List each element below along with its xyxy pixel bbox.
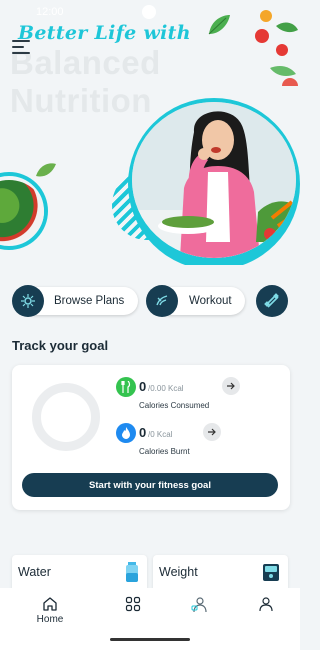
water-label: Water xyxy=(18,565,51,579)
scale-icon xyxy=(263,564,279,581)
menu-icon[interactable] xyxy=(12,40,30,56)
nav-profile[interactable] xyxy=(246,596,286,630)
home-icon xyxy=(43,597,57,611)
hero-banner: Balanced Nutrition Better Life with xyxy=(0,0,300,265)
water-bottle-icon xyxy=(126,562,138,582)
hero-script-title: Better Life with xyxy=(18,22,191,44)
calories-consumed-value: 0 xyxy=(139,379,147,394)
nav-home-label: Home xyxy=(36,614,64,625)
fork-knife-icon xyxy=(116,377,136,397)
sparkle-gear-icon[interactable] xyxy=(12,285,44,317)
calories-consumed-unit: /0.00 Kcal xyxy=(148,384,184,393)
status-time: 12:00 xyxy=(36,6,64,18)
camera-cutout xyxy=(142,5,156,19)
coach-icon xyxy=(191,597,207,613)
calories-burnt-value: 0 xyxy=(139,425,147,440)
dumbbell-icon[interactable] xyxy=(256,285,288,317)
calories-burnt-label: Calories Burnt xyxy=(139,447,190,456)
status-bar: 12:00 xyxy=(0,0,300,24)
profile-icon xyxy=(259,597,273,612)
weight-label: Weight xyxy=(159,565,198,579)
leaf-small-icon xyxy=(36,163,56,177)
calories-burnt-unit: /0 Kcal xyxy=(148,430,173,439)
nav-apps[interactable] xyxy=(113,596,153,630)
calories-burnt-arrow-button[interactable] xyxy=(203,423,221,441)
workout-label: Workout xyxy=(189,295,232,307)
calories-consumed-label: Calories Consumed xyxy=(139,401,210,410)
hero-bg-line1: Balanced xyxy=(10,44,161,81)
hero-photo xyxy=(132,102,296,258)
browse-plans-label: Browse Plans xyxy=(54,295,125,307)
app-screen: Balanced Nutrition Better Life with 12:0… xyxy=(0,0,300,650)
track-goal-title: Track your goal xyxy=(12,338,109,353)
goal-card: 0 /0.00 Kcal Calories Consumed 0 /0 Kcal… xyxy=(12,365,290,510)
quick-nav: Browse Plans Workout xyxy=(12,285,292,319)
grid-icon xyxy=(125,596,141,612)
goal-progress-ring xyxy=(32,383,100,451)
home-indicator xyxy=(110,638,190,641)
workout-icon[interactable] xyxy=(146,285,178,317)
nav-coach[interactable] xyxy=(180,596,220,630)
calories-consumed-arrow-button[interactable] xyxy=(222,377,240,395)
flame-icon xyxy=(116,423,136,443)
start-fitness-goal-button[interactable]: Start with your fitness goal xyxy=(22,473,278,497)
hero-background-title: Balanced Nutrition xyxy=(10,44,161,120)
nav-home[interactable]: Home xyxy=(30,596,70,630)
hero-bg-line2: Nutrition xyxy=(10,82,152,119)
woman-eating-illustration xyxy=(132,102,296,258)
